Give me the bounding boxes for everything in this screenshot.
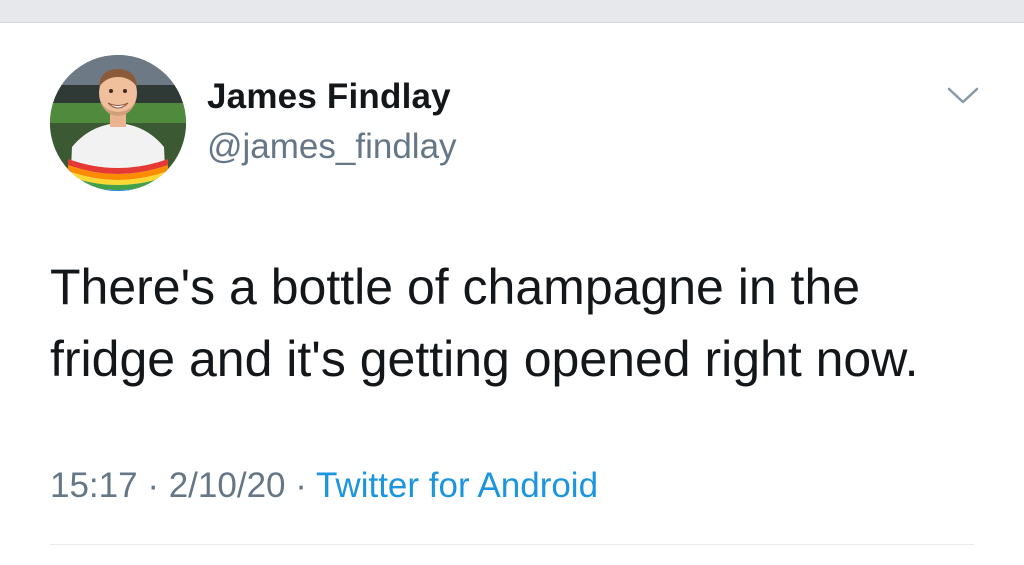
tweet-text: There's a bottle of champagne in the fri… xyxy=(50,251,990,395)
author-handle[interactable]: @james_findlay xyxy=(207,127,457,167)
divider xyxy=(50,544,974,545)
meta-separator: · xyxy=(295,466,307,505)
status-bar xyxy=(0,0,1024,23)
avatar[interactable] xyxy=(50,55,186,191)
tweet-text-line: fridge and it's getting opened right now… xyxy=(50,331,919,387)
profile-photo-avatar-icon xyxy=(50,55,186,191)
tweet-meta: 15:17 · 2/10/20 · Twitter for Android xyxy=(50,466,598,506)
tweet-source-link[interactable]: Twitter for Android xyxy=(316,466,598,505)
tweet-text-line: There's a bottle of champagne in the xyxy=(50,259,861,315)
tweet-date[interactable]: 2/10/20 xyxy=(169,466,286,505)
author-name[interactable]: James Findlay xyxy=(207,77,451,117)
chevron-down-icon[interactable] xyxy=(943,83,983,113)
meta-separator: · xyxy=(147,466,159,505)
tweet-time[interactable]: 15:17 xyxy=(50,466,138,505)
tweet-card: James Findlay @james_findlay There's a b… xyxy=(0,23,1024,565)
